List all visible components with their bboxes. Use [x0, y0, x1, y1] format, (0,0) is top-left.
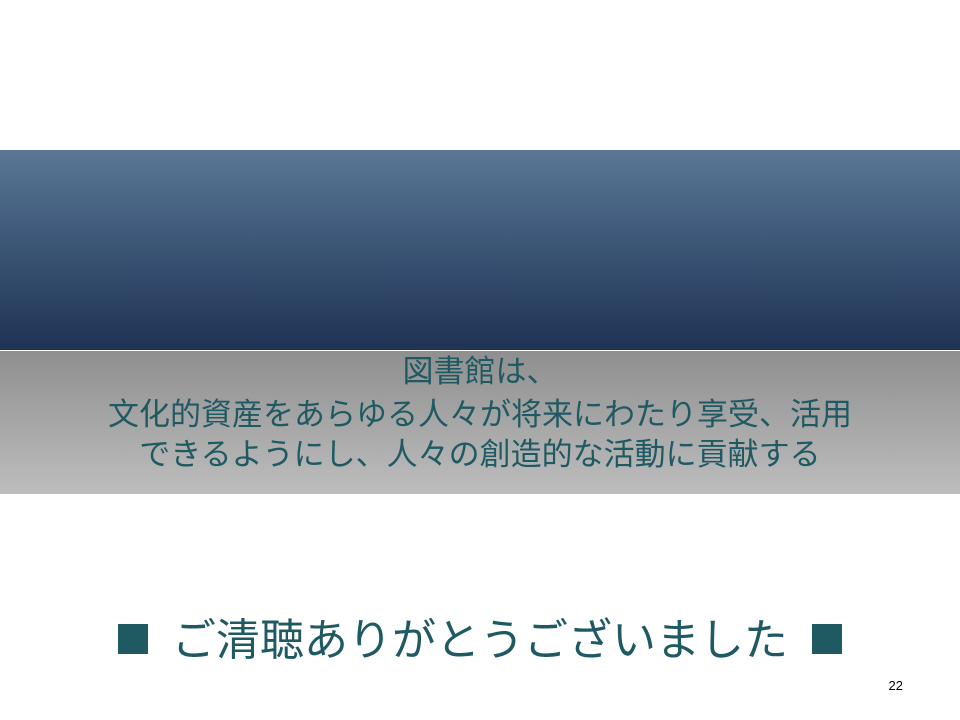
slide: 図書館は、 文化的資産をあらゆる人々が将来にわたり享受、活用 できるようにし、人… [0, 0, 960, 720]
square-bullet-icon [118, 624, 148, 654]
mission-statement: 図書館は、 文化的資産をあらゆる人々が将来にわたり享受、活用 できるようにし、人… [0, 352, 960, 475]
mission-line-3: できるようにし、人々の創造的な活動に貢献する [139, 437, 821, 473]
page-number: 22 [888, 678, 903, 693]
closing-text: ご清聴ありがとうございました [172, 615, 788, 666]
closing-message: ご清聴ありがとうございました [0, 612, 960, 670]
mission-line-2: 文化的資産をあらゆる人々が将来にわたり享受、活用 [108, 397, 852, 433]
title-band [0, 150, 960, 350]
square-bullet-icon [812, 624, 842, 654]
mission-line-1: 図書館は、 [402, 354, 558, 390]
